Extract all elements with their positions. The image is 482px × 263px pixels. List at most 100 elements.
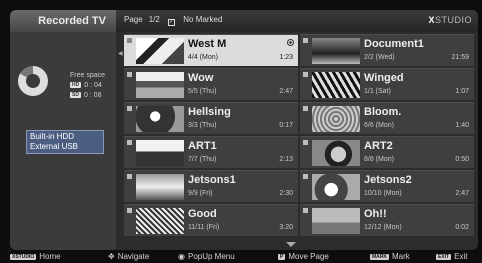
- recording-duration: 2:47: [455, 190, 469, 197]
- recording-item[interactable]: Oh!! 12/12 (Mon) 0:02: [300, 204, 474, 236]
- mark-checkbox[interactable]: [303, 140, 308, 145]
- recording-title: Oh!!: [364, 208, 387, 220]
- recording-thumbnail: [312, 72, 360, 98]
- recording-date: 8/8 (Mon): [364, 156, 394, 163]
- recording-title: Jetsons1: [188, 174, 236, 186]
- recording-title: Good: [188, 208, 217, 220]
- mark-checkbox[interactable]: [127, 174, 132, 179]
- sd-tag: SD: [70, 92, 81, 98]
- recording-thumbnail: [136, 72, 184, 98]
- recording-thumbnail: [136, 208, 184, 234]
- recording-item[interactable]: Document1 2/2 (Wed) 21:59: [300, 34, 474, 66]
- recording-duration: 0:50: [455, 156, 469, 163]
- mark-checkbox[interactable]: [127, 208, 132, 213]
- page-key-icon: P: [278, 254, 286, 260]
- mark-checkbox[interactable]: [303, 174, 308, 179]
- mark-checkbox[interactable]: [127, 140, 132, 145]
- recording-item[interactable]: Hellsing 3/3 (Thu) 0:17: [124, 102, 298, 134]
- mark-checkbox[interactable]: [303, 72, 308, 77]
- recording-title: Winged: [364, 72, 404, 84]
- recording-date: 12/12 (Mon): [364, 224, 402, 231]
- recording-date: 3/3 (Thu): [188, 122, 217, 129]
- top-bar: Recorded TV Page 1/2 ✓ No Marked XSTUDIO: [10, 10, 478, 32]
- recording-thumbnail: [136, 140, 184, 166]
- recording-date: 11/11 (Fri): [188, 224, 220, 231]
- recording-title: ART1: [188, 140, 217, 152]
- xstudio-key-icon: XSTUDIO: [10, 254, 37, 260]
- mark-checkbox[interactable]: [127, 72, 132, 77]
- recording-duration: 0:17: [279, 122, 293, 129]
- legend-exit: EXIT Exit: [436, 252, 468, 261]
- page-label: Page: [124, 15, 143, 24]
- recording-thumbnail: [312, 140, 360, 166]
- marked-status: No Marked: [183, 15, 223, 24]
- mark-checkbox[interactable]: [303, 106, 308, 111]
- recording-date: 1/1 (Sat): [364, 88, 391, 95]
- recording-title: Hellsing: [188, 106, 231, 118]
- exit-key-icon: EXIT: [436, 254, 452, 260]
- recording-title: Bloom.: [364, 106, 402, 118]
- mark-checkbox[interactable]: [303, 208, 308, 213]
- legend-mark: MARK Mark: [370, 252, 410, 261]
- sidebar: Free space HD 0 : 04 SD 0 : 08 Built-in HD…: [10, 32, 116, 250]
- recording-date: 9/9 (Fri): [188, 190, 213, 197]
- free-space-label: Free space: [70, 72, 106, 79]
- collapse-arrow-icon[interactable]: ◀: [118, 50, 123, 57]
- recording-item[interactable]: ART1 7/7 (Thu) 2:13: [124, 136, 298, 168]
- recording-date: 10/10 (Mon): [364, 190, 402, 197]
- recording-duration: 2:30: [279, 190, 293, 197]
- recording-thumbnail: [312, 174, 360, 200]
- recording-duration: 3:20: [279, 224, 293, 231]
- recording-title: Wow: [188, 72, 214, 84]
- free-space-ring-icon: [18, 66, 48, 96]
- recording-thumbnail: [312, 38, 360, 64]
- source-item-external-usb[interactable]: External USB: [30, 142, 100, 152]
- recording-item[interactable]: ART2 8/8 (Mon) 0:50: [300, 136, 474, 168]
- recorded-tv-window: Recorded TV Page 1/2 ✓ No Marked XSTUDIO …: [10, 10, 478, 250]
- page-info: Page 1/2 ✓ No Marked: [124, 15, 228, 26]
- recording-duration: 21:59: [451, 54, 469, 61]
- recording-item[interactable]: Wow 5/5 (Thu) 2:47: [124, 68, 298, 100]
- recording-duration: 1:07: [455, 88, 469, 95]
- recording-item[interactable]: Jetsons1 9/9 (Fri) 2:30: [124, 170, 298, 202]
- recording-item[interactable]: Good 11/11 (Fri) 3:20: [124, 204, 298, 236]
- scroll-down-icon[interactable]: [286, 242, 296, 247]
- recording-title: West M: [188, 38, 227, 50]
- recording-item[interactable]: Winged 1/1 (Sat) 1:07: [300, 68, 474, 100]
- recording-date: 5/5 (Thu): [188, 88, 217, 95]
- navigate-icon: ✥: [108, 252, 115, 261]
- recording-duration: 2:47: [279, 88, 293, 95]
- recording-thumbnail: [136, 38, 184, 64]
- recording-duration: 1:23: [279, 54, 293, 61]
- mark-checkbox[interactable]: [127, 38, 132, 43]
- play-icon: [287, 39, 294, 46]
- legend-move-page: P Move Page: [278, 252, 329, 261]
- ok-button-icon: ◉: [178, 252, 185, 261]
- recording-thumbnail: [136, 106, 184, 132]
- recording-thumbnail: [136, 174, 184, 200]
- button-legend: XSTUDIO Home ✥ Navigate ◉ PopUp Menu P Move …: [0, 251, 482, 263]
- sd-free-space: SD 0 : 08: [70, 92, 102, 99]
- mark-checkbox[interactable]: [127, 106, 132, 111]
- page-value: 1/2: [148, 15, 160, 24]
- recording-title: Document1: [364, 38, 424, 50]
- recording-item[interactable]: West M 4/4 (Mon) 1:23: [124, 34, 298, 66]
- legend-navigate: ✥ Navigate: [108, 252, 150, 261]
- brand-logo: XSTUDIO: [428, 15, 472, 25]
- hd-free-space: HD 0 : 04: [70, 82, 102, 89]
- recording-title: Jetsons2: [364, 174, 412, 186]
- hd-tag: HD: [70, 82, 82, 88]
- storage-source-list: Built-in HDD External USB: [26, 130, 104, 154]
- checkbox-icon: ✓: [168, 19, 176, 26]
- mark-key-icon: MARK: [370, 254, 389, 260]
- recording-date: 4/4 (Mon): [188, 54, 218, 61]
- legend-home: XSTUDIO Home: [10, 252, 61, 261]
- recording-item[interactable]: Bloom. 6/6 (Mon) 1:40: [300, 102, 474, 134]
- recording-duration: 0:02: [455, 224, 469, 231]
- recording-date: 2/2 (Wed): [364, 54, 395, 61]
- recording-thumbnail: [312, 106, 360, 132]
- recording-item[interactable]: Jetsons2 10/10 (Mon) 2:47: [300, 170, 474, 202]
- section-title: Recorded TV: [10, 10, 116, 32]
- source-item-builtin-hdd[interactable]: Built-in HDD: [30, 132, 100, 142]
- mark-checkbox[interactable]: [303, 38, 308, 43]
